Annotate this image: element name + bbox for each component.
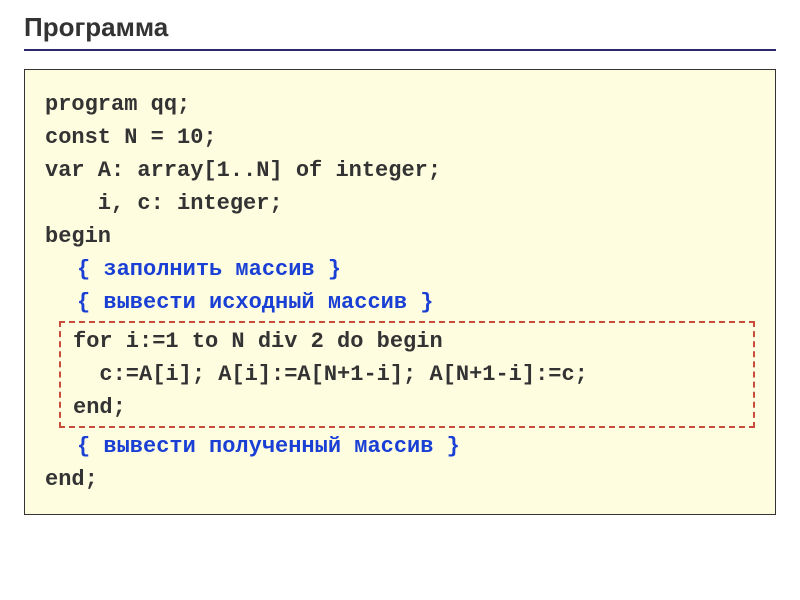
code-line: i, c: integer; xyxy=(45,187,755,220)
code-line: begin xyxy=(45,220,755,253)
code-comment: { заполнить массив } xyxy=(45,253,755,286)
code-line: var A: array[1..N] of integer; xyxy=(45,154,755,187)
code-line: end; xyxy=(45,463,755,496)
slide-title: Программа xyxy=(24,12,776,43)
code-line: c:=A[i]; A[i]:=A[N+1-i]; A[N+1-i]:=c; xyxy=(67,358,747,391)
code-line: for i:=1 to N div 2 do begin xyxy=(67,325,747,358)
highlighted-loop-block: for i:=1 to N div 2 do begin c:=A[i]; A[… xyxy=(59,321,755,428)
code-block: program qq; const N = 10; var A: array[1… xyxy=(24,69,776,515)
code-comment: { вывести исходный массив } xyxy=(45,286,755,319)
code-line: program qq; xyxy=(45,88,755,121)
title-divider xyxy=(24,49,776,51)
code-line: end; xyxy=(67,391,747,424)
code-line: const N = 10; xyxy=(45,121,755,154)
code-comment: { вывести полученный массив } xyxy=(45,430,755,463)
